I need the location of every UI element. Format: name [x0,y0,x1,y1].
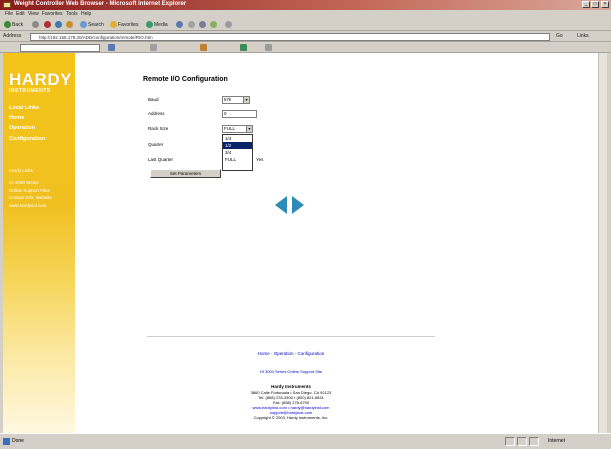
maximize-button[interactable]: □ [591,1,599,8]
mail-icon[interactable] [188,21,195,28]
last-quarter-label: Last Quarter [148,157,174,162]
toolbar: Back Search Favorites Media [0,19,611,31]
close-button[interactable]: × [601,1,609,8]
address-input[interactable]: http://192.168.178.20/ADD/configuration/… [30,33,550,41]
search-field[interactable] [20,44,100,52]
chevron-down-icon: ▼ [246,126,252,132]
print-icon[interactable] [199,21,206,28]
menu-tools[interactable]: Tools [66,11,78,17]
forward-icon[interactable] [32,21,39,28]
footer-divider [147,336,435,337]
sidebar: HARDY INSTRUMENTS Local Links Home Opera… [3,53,75,433]
rack-size-label: Rack Size [148,126,169,131]
address-bar: Address http://192.168.178.20/ADD/config… [0,31,611,42]
status-pane [529,437,539,446]
sublink-online-support[interactable]: Online Support Files [9,188,50,193]
minimize-button[interactable]: _ [582,1,590,8]
menu-favorites[interactable]: Favorites [42,11,63,17]
last-quarter-suffix: Yes [256,157,264,162]
baud-select[interactable]: 57k ▼ [222,96,250,104]
rack-size-option-selected[interactable]: 1/2 [223,142,252,149]
back-button[interactable]: Back [12,21,23,29]
rack-size-option[interactable]: 3/4 [223,149,252,156]
discuss-icon[interactable] [225,21,232,28]
sublink-hardy-links[interactable]: Hardy Links [9,168,33,173]
go-button[interactable]: Go [556,32,563,40]
hardy-logo-subtitle: INSTRUMENTS [9,88,51,94]
popup-blocker-icon[interactable] [200,44,207,51]
address-label: Address [3,33,22,39]
footer-links: Home · Operation · Configuration [257,351,325,356]
links-bar [0,42,611,53]
search-icon[interactable] [80,21,87,28]
links-button[interactable]: Links [577,32,589,40]
footer-company: Hardy Instruments [271,384,311,389]
favorites-icon[interactable] [110,21,117,28]
sublink-contact-info[interactable]: Contact Info, Website [9,195,52,200]
address-field-value: 0 [224,111,227,116]
hardy-logo: HARDY [9,70,72,89]
highlight-icon[interactable] [150,44,157,51]
page-title: Remote I/O Configuration [143,76,228,83]
set-parameters-button[interactable]: Set Parameters [150,169,221,178]
chevron-down-icon: ▼ [243,97,249,103]
baud-value: 57k [224,97,232,102]
menu-edit[interactable]: Edit [16,11,25,17]
nav-operation[interactable]: Operation [9,125,35,131]
options-icon[interactable] [265,44,272,51]
status-pane [505,437,515,446]
search-web-icon[interactable] [108,44,115,51]
status-text: Done [12,438,24,444]
ie-icon [3,2,11,8]
rack-size-value: FULL [224,126,236,131]
menu-file[interactable]: File [5,11,13,17]
status-pane [517,437,527,446]
nav-home[interactable]: Home [9,115,24,121]
sublink-hi3000-series[interactable]: HI 3000 Series [9,180,39,185]
menu-view[interactable]: View [28,11,39,17]
address-field-input[interactable]: 0 [222,110,257,118]
rack-size-option[interactable]: 1/4 [223,135,252,142]
window-title: Weight Controller Web Browser - Microsof… [14,1,187,7]
home-icon[interactable] [66,21,73,28]
footer-link-configuration[interactable]: Configuration [298,351,325,356]
media-icon[interactable] [146,21,153,28]
stop-icon[interactable] [44,21,51,28]
menu-bar: File Edit View Favorites Tools Help [0,10,611,19]
history-icon[interactable] [176,21,183,28]
favorites-button[interactable]: Favorites [118,21,139,29]
quarter-label: Quarter [148,142,164,147]
back-icon[interactable] [4,21,11,28]
address-field-label: Address [148,111,165,116]
page-content: HARDY INSTRUMENTS Local Links Home Opera… [3,53,598,433]
previous-arrow-icon[interactable] [275,196,287,214]
footer-link-home[interactable]: Home [258,351,270,356]
status-bar: Done Internet [0,433,611,449]
vertical-scrollbar[interactable] [598,53,607,433]
nav-configuration[interactable]: Configuration [9,136,45,142]
footer-copyright: Copyright © 2003, Hardy Instruments, Inc… [253,415,329,420]
media-button[interactable]: Media [154,21,168,29]
baud-label: Baud [148,97,159,102]
menu-help[interactable]: Help [81,11,91,17]
title-bar: Weight Controller Web Browser - Microsof… [0,0,611,10]
nav-local-links[interactable]: Local Links [9,105,39,111]
rack-size-option[interactable]: FULL [223,156,252,163]
next-arrow-icon[interactable] [292,196,304,214]
footer-series-link[interactable]: HI 3000 Series Online Support Site [147,369,435,374]
rack-size-select[interactable]: FULL ▼ [222,125,253,133]
edit-icon[interactable] [210,21,217,28]
zone-text: Internet [548,438,565,444]
footer-link-operation[interactable]: Operation [274,351,294,356]
rack-size-dropdown-list[interactable]: 1/4 1/2 3/4 FULL [222,134,253,171]
sublink-website[interactable]: www.hardysol.com [9,203,47,208]
refresh-icon[interactable] [55,21,62,28]
page-icon [3,438,10,445]
toolbar-extra-icon[interactable] [240,44,247,51]
search-button[interactable]: Search [88,21,104,29]
